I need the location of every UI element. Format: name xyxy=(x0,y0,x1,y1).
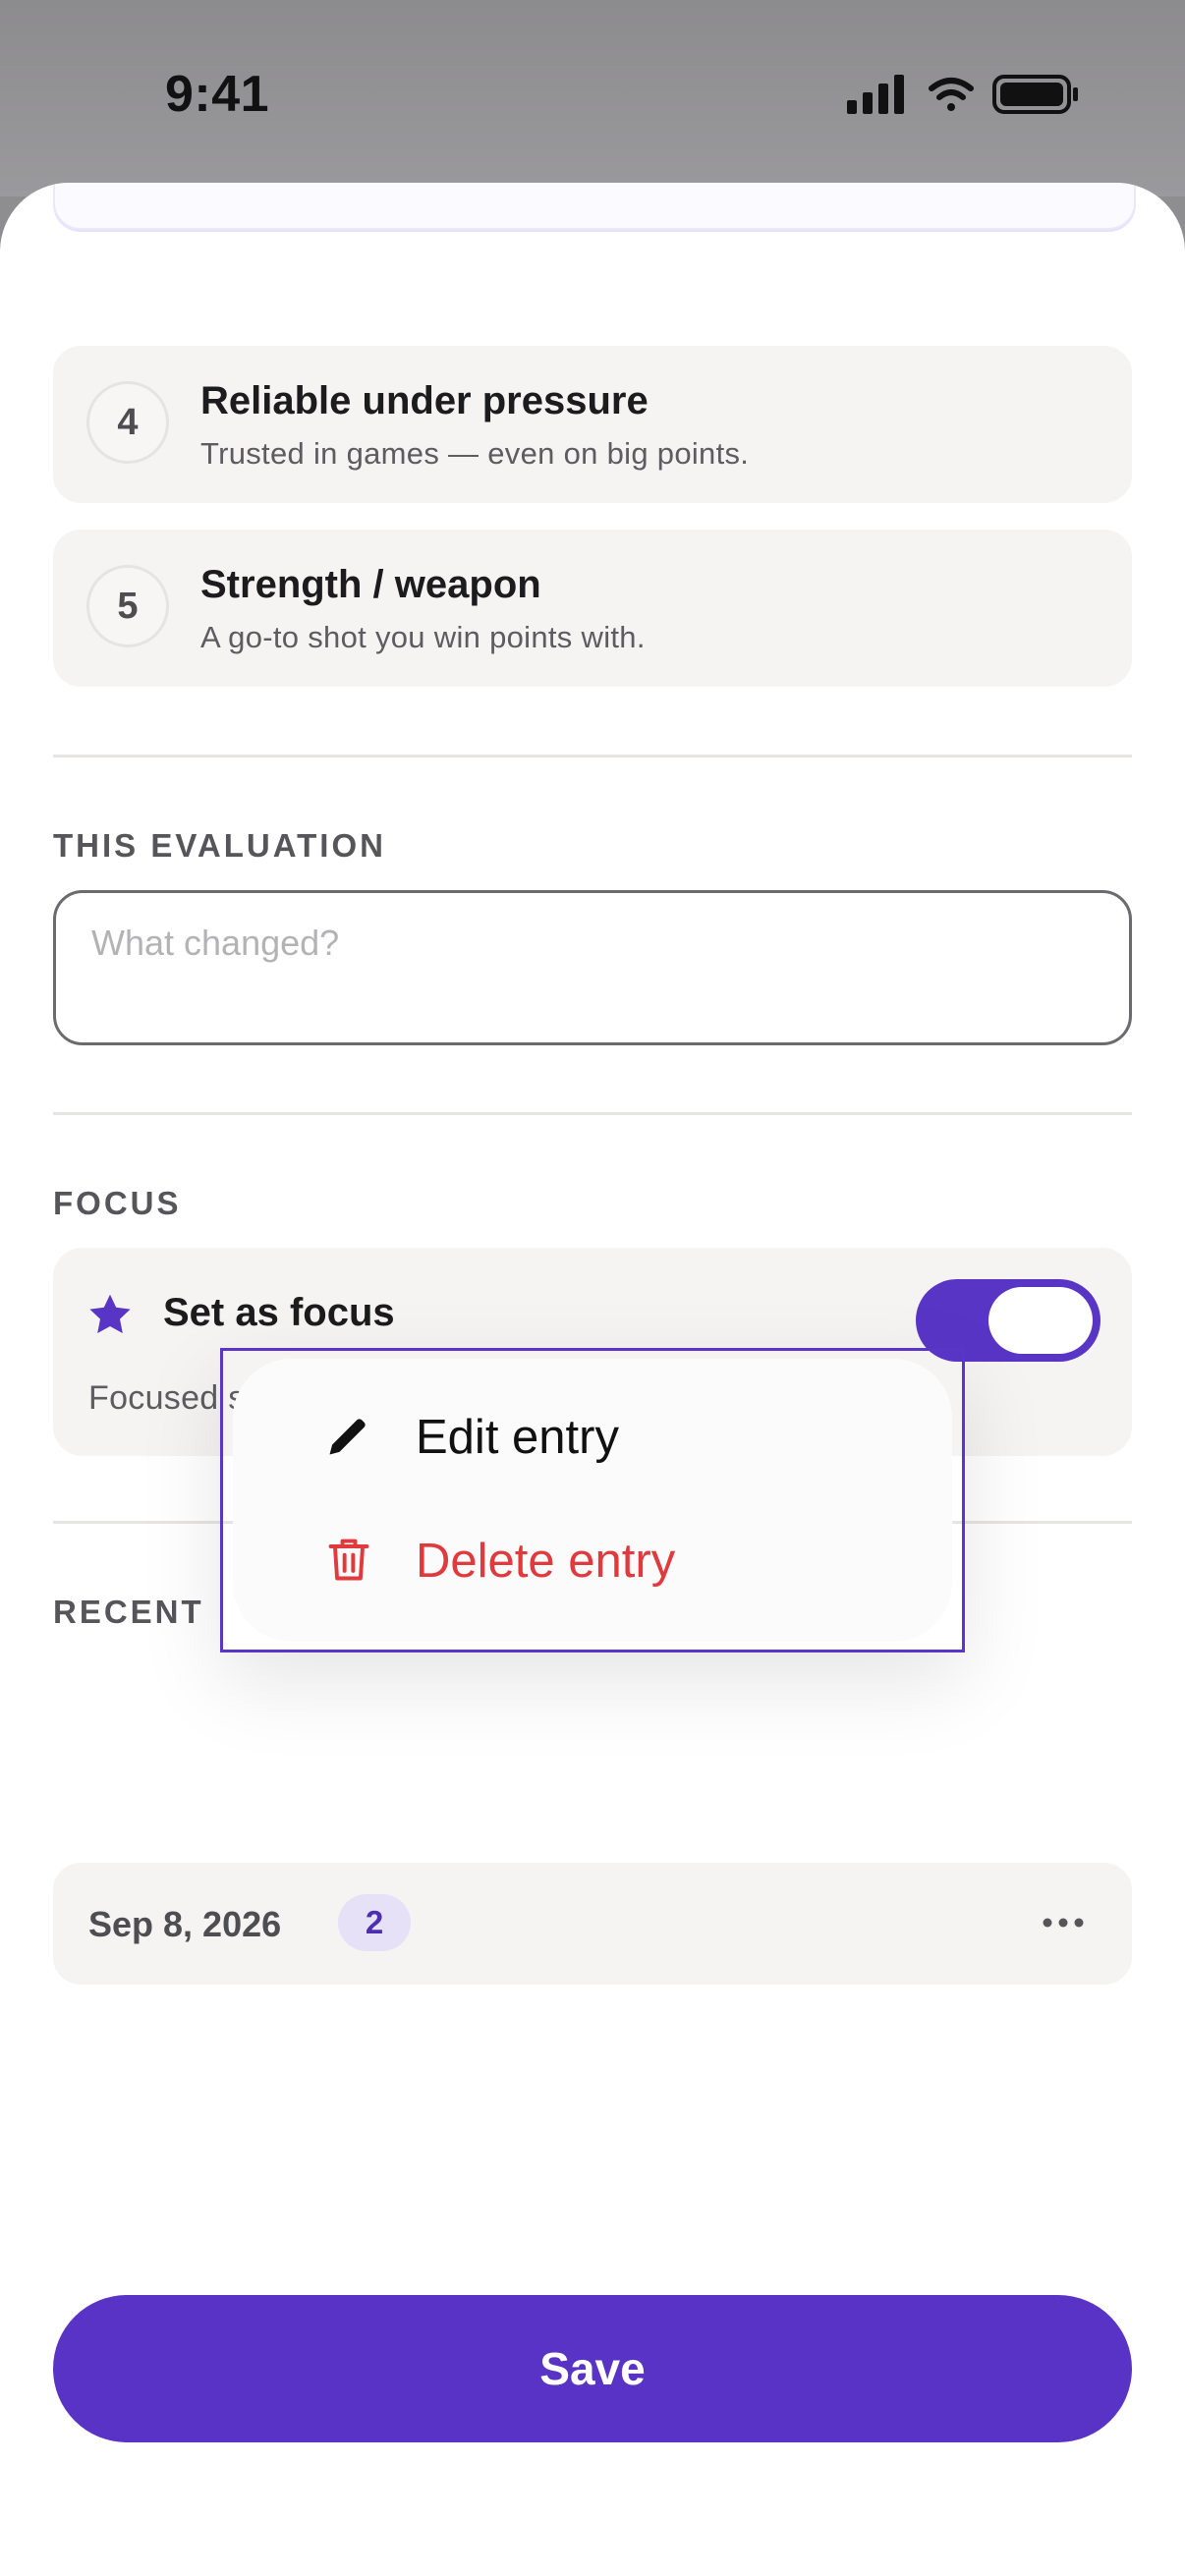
battery-icon xyxy=(992,75,1078,114)
level-title: Reliable under pressure xyxy=(200,379,649,422)
level-option-4[interactable]: 4 Reliable under pressure Trusted in gam… xyxy=(53,346,1132,503)
context-menu: Edit entry Delete entry xyxy=(233,1359,952,1642)
save-button[interactable]: Save xyxy=(53,2295,1132,2442)
toggle-knob xyxy=(988,1287,1093,1354)
divider xyxy=(53,755,1132,757)
status-time: 9:41 xyxy=(165,66,270,123)
level-title: Strength / weapon xyxy=(200,563,541,606)
level-description: Trusted in games — even on big points. xyxy=(200,436,750,471)
entry-count-badge: 2 xyxy=(338,1894,411,1951)
wifi-icon xyxy=(929,78,974,111)
recent-section-label: RECENT xyxy=(53,1594,204,1630)
edit-entry-label: Edit entry xyxy=(416,1411,619,1464)
cellular-signal-icon xyxy=(847,75,904,114)
focus-title: Set as focus xyxy=(163,1291,395,1334)
level-option-3-partial[interactable] xyxy=(53,183,1136,230)
star-icon xyxy=(89,1294,131,1333)
context-menu-frame: Edit entry Delete entry xyxy=(220,1348,965,1652)
entry-date: Sep 8, 2026 xyxy=(88,1904,282,1944)
delete-entry-menu-item[interactable]: Delete entry xyxy=(233,1498,952,1616)
pencil-icon xyxy=(329,1419,366,1455)
recent-entry-row[interactable]: Sep 8, 2026 2 xyxy=(53,1863,1132,1985)
focus-section-label: FOCUS xyxy=(53,1185,182,1221)
delete-entry-label: Delete entry xyxy=(416,1535,676,1588)
edit-entry-menu-item[interactable]: Edit entry xyxy=(233,1374,952,1492)
level-option-5[interactable]: 5 Strength / weapon A go-to shot you win… xyxy=(53,530,1132,687)
trash-icon xyxy=(328,1539,369,1581)
level-number: 4 xyxy=(86,381,169,464)
more-options-icon[interactable] xyxy=(1036,1906,1091,1939)
level-description: A go-to shot you win points with. xyxy=(200,620,646,654)
status-icons xyxy=(847,75,1078,114)
divider xyxy=(53,1112,1132,1115)
evaluation-section-label: THIS EVALUATION xyxy=(53,827,386,864)
level-number: 5 xyxy=(86,565,169,647)
notes-placeholder: What changed? xyxy=(91,923,340,963)
status-bar: 9:41 xyxy=(0,0,1185,187)
evaluation-notes-input[interactable]: What changed? xyxy=(53,890,1132,1045)
